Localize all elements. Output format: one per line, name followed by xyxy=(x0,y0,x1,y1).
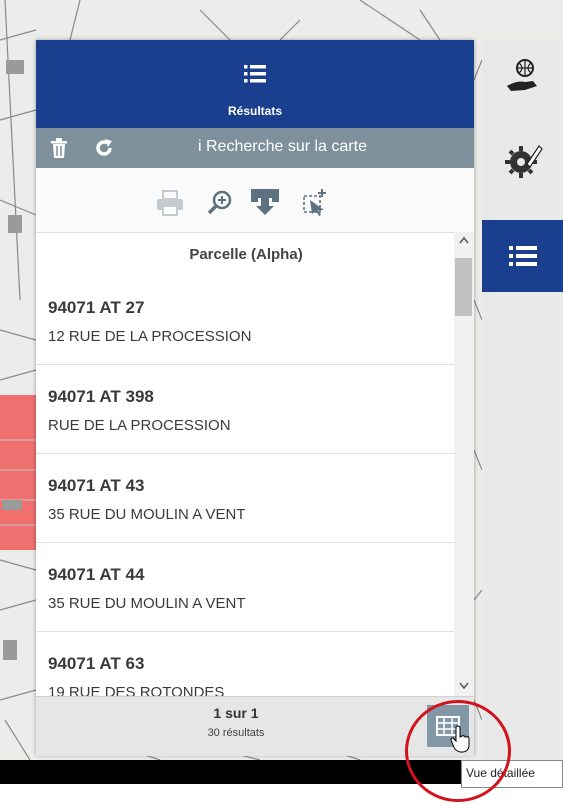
scrollbar-thumb[interactable] xyxy=(455,258,472,316)
scroll-down-icon[interactable] xyxy=(459,682,469,690)
action-icons-row xyxy=(36,168,474,232)
list-icon xyxy=(244,65,266,83)
list-item[interactable]: 94071 AT 44 35 RUE DU MOULIN A VENT xyxy=(36,543,456,632)
globe-hand-icon xyxy=(506,59,537,91)
list-item[interactable]: 94071 AT 43 35 RUE DU MOULIN A VENT xyxy=(36,454,456,543)
list-item[interactable]: 94071 AT 398 RUE DE LA PROCESSION xyxy=(36,365,456,454)
print-icon[interactable] xyxy=(156,190,184,216)
column-header-label: Parcelle (Alpha) xyxy=(189,246,303,263)
select-icon[interactable] xyxy=(302,188,328,216)
zoom-icon[interactable] xyxy=(206,188,234,216)
parcel-address: 35 RUE DU MOULIN A VENT xyxy=(48,506,246,523)
parcel-ref: 94071 AT 63 xyxy=(48,654,145,673)
results-panel: Résultats i Recherche sur la carte Parce… xyxy=(36,40,474,756)
parcel-ref: 94071 AT 398 xyxy=(48,387,154,406)
panel-header: Résultats xyxy=(36,40,474,128)
map-search-link[interactable]: i Recherche sur la carte xyxy=(198,138,367,156)
parcel-ref: 94071 AT 43 xyxy=(48,476,145,495)
results-list: 94071 AT 27 12 RUE DE LA PROCESSION 9407… xyxy=(36,276,456,696)
tool-button-world[interactable] xyxy=(482,40,563,112)
panel-title: Résultats xyxy=(227,104,283,118)
scroll-up-icon[interactable] xyxy=(459,236,469,244)
results-count: 30 résultats xyxy=(207,727,265,739)
parcel-address: 35 RUE DU MOULIN A VENT xyxy=(48,595,246,612)
column-header[interactable]: Parcelle (Alpha) xyxy=(36,232,474,277)
results-toolbar: i Recherche sur la carte xyxy=(36,128,474,168)
gear-pencil-icon xyxy=(504,145,543,178)
parcel-ref: 94071 AT 44 xyxy=(48,565,145,584)
page-indicator: 1 sur 1 xyxy=(213,705,259,721)
parcel-address: RUE DE LA PROCESSION xyxy=(48,417,231,434)
list-item[interactable]: 94071 AT 27 12 RUE DE LA PROCESSION xyxy=(36,276,456,365)
highlight-circle xyxy=(405,700,511,802)
list-item[interactable]: 94071 AT 63 19 RUE DES ROTONDES xyxy=(36,632,456,696)
tool-button-settings[interactable] xyxy=(482,124,563,196)
parcel-ref: 94071 AT 27 xyxy=(48,298,145,317)
parcel-address: 19 RUE DES ROTONDES xyxy=(48,684,225,696)
parcel-address: 12 RUE DE LA PROCESSION xyxy=(48,328,252,345)
export-icon[interactable] xyxy=(250,188,280,216)
refresh-icon[interactable] xyxy=(94,138,114,158)
tool-button-results[interactable] xyxy=(482,220,563,292)
list-icon xyxy=(508,246,537,266)
trash-icon[interactable] xyxy=(50,138,68,158)
tool-column xyxy=(482,40,563,760)
